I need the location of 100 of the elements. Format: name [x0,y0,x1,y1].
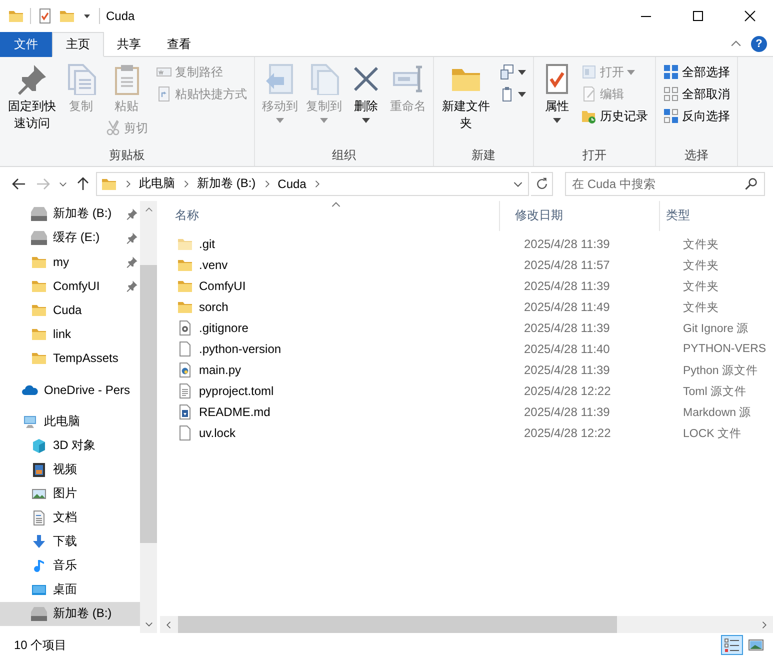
modified-date: 2025/4/28 11:39 [524,363,610,378]
file-name[interactable]: main.py [199,363,242,378]
group-label: 新建 [470,146,496,163]
sidebar-item[interactable]: 视频 [0,458,140,482]
folder-icon [59,8,75,24]
file-icon [177,341,193,358]
column-header[interactable]: 类型 [660,200,773,231]
file-name[interactable]: sorch [199,300,228,314]
ribbon-command[interactable]: 固定到快速访问 [4,61,60,134]
sidebar-item[interactable]: 缓存 (E:) [0,226,140,250]
ribbon-command[interactable]: 全部选择 [660,61,733,83]
file-type: Toml 源文件 [683,384,746,399]
breadcrumb[interactable]: Cuda [278,176,306,191]
refresh-icon [534,176,548,191]
sidebar-item[interactable]: 图片 [0,482,140,506]
sidebar-item[interactable]: 此电脑 [0,410,140,434]
new-item-icon [499,64,515,80]
group-label: 组织 [331,146,357,163]
file-type: PYTHON-VERS [683,343,766,356]
help-button[interactable]: ? [751,36,767,52]
modified-date: 2025/4/28 11:39 [524,237,610,252]
file-name[interactable]: ComfyUI [199,279,246,294]
text-file-icon [177,383,193,400]
ribbon-command[interactable]: 反向选择 [660,105,733,127]
python-file-icon [177,362,193,378]
address-bar[interactable]: 此电脑 新加卷 (B:) Cuda [96,172,529,196]
list-icon [724,637,740,653]
ribbon-tab[interactable]: 主页 [52,32,104,57]
refresh-button[interactable] [531,172,553,196]
window-icon [581,64,597,80]
back-arrow-icon [11,176,27,192]
scrollbar-thumb[interactable] [140,264,157,544]
empty-grid-icon [663,86,679,102]
search-field[interactable]: 在 Cuda 中搜索 [565,172,765,196]
text-cursor-icon [392,63,424,95]
file-type: Git Ignore 源 [683,322,749,336]
modified-date: 2025/4/28 11:39 [524,321,610,336]
sidebar-item[interactable]: TempAssets [0,346,140,370]
file-type: Markdown 源 [683,406,752,420]
sidebar-item[interactable]: 桌面 [0,578,140,602]
sidebar-item[interactable]: 文档 [0,506,140,530]
folder-icon [177,299,193,316]
drive-icon [31,606,47,622]
file-type: Python 源文件 [683,364,758,378]
file-type: 文件夹 [683,258,719,273]
file-name[interactable]: README.md [199,405,270,420]
column-header[interactable]: 名称 [160,200,500,231]
breadcrumb[interactable]: 新加卷 (B:) [197,175,256,192]
scrollbar-thumb[interactable] [178,616,617,634]
ribbon-command[interactable]: 属性 [538,61,576,125]
sidebar-item[interactable]: 下载 [0,530,140,554]
checkmark-page-icon [37,8,53,24]
vertical-scrollbar[interactable] [140,200,157,634]
forward-arrow-icon [35,176,51,192]
up-arrow-icon [75,176,91,192]
copy-icon [308,63,340,95]
sidebar-item[interactable]: 音乐 [0,554,140,578]
file-name[interactable]: .python-version [199,342,282,356]
download-icon [31,534,47,550]
file-name[interactable]: .git [199,237,216,252]
horizontal-scrollbar[interactable] [160,616,773,634]
drive-icon [31,206,47,222]
ribbon-tab[interactable]: 共享 [104,32,154,57]
image-icon [748,637,764,653]
ribbon-command[interactable]: 历史记录 [578,105,651,127]
sidebar-item[interactable]: 新加卷 (B:) [0,602,140,626]
markdown-file-icon [177,404,193,420]
ribbon-tab[interactable]: 文件 [0,32,52,57]
file-name[interactable]: .venv [199,258,228,272]
file-type: 文件夹 [683,300,719,315]
ribbon-command[interactable]: 新建文件夹 [438,61,494,134]
modified-date: 2025/4/28 11:39 [524,405,610,420]
sidebar-item[interactable]: my [0,250,140,274]
modified-date: 2025/4/28 11:40 [524,342,610,356]
breadcrumb[interactable]: 此电脑 [139,175,175,192]
file-type: LOCK 文件 [683,426,742,441]
document-icon [31,510,47,526]
sidebar-item[interactable]: OneDrive - Pers [0,378,140,402]
modified-date: 2025/4/28 12:22 [524,384,611,398]
checker-grid-icon [663,108,679,124]
file-name[interactable]: .gitignore [199,321,248,336]
file-type: 文件夹 [683,280,719,294]
file-name[interactable]: uv.lock [199,426,236,440]
group-label: 打开 [582,146,608,163]
ribbon-command[interactable]: 全部取消 [660,83,733,105]
folder-icon [8,8,24,24]
shortcut-icon [156,86,172,102]
ribbon-tab[interactable]: 查看 [154,32,204,57]
item-count: 10 个项目 [14,636,67,654]
view-button[interactable] [721,635,743,655]
sidebar-item[interactable]: Cuda [0,298,140,322]
ribbon-command[interactable]: 删除 [347,61,385,125]
file-name[interactable]: pyproject.toml [199,384,274,398]
search-icon [744,176,758,191]
edit-icon [581,86,597,102]
sidebar-item[interactable]: ComfyUI [0,274,140,298]
column-header[interactable]: 修改日期 [500,200,660,231]
sidebar-item[interactable]: 3D 对象 [0,434,140,458]
sidebar-item[interactable]: link [0,322,140,346]
sidebar-item[interactable]: 新加卷 (B:) [0,202,140,226]
